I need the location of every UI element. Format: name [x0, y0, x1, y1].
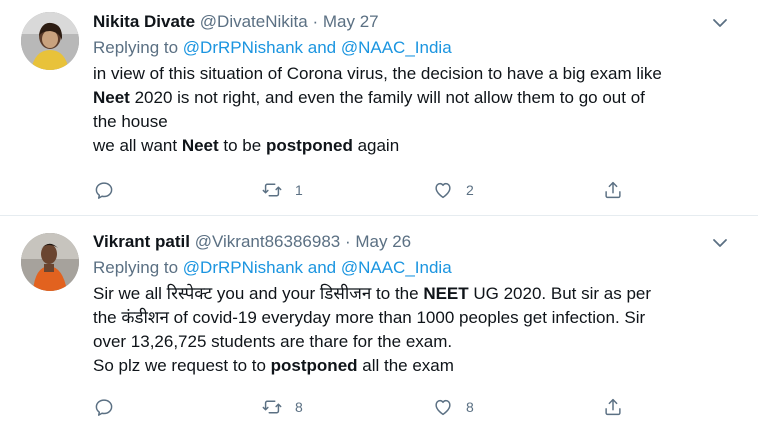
- tweet-header: Nikita Divate @DivateNikita · May 27: [93, 10, 738, 34]
- chevron-down-icon[interactable]: [711, 14, 729, 32]
- reply-icon: [95, 399, 113, 416]
- tweet-date[interactable]: May 26: [355, 232, 411, 251]
- retweet-count: 8: [295, 399, 303, 415]
- author-handle[interactable]: @DivateNikita: [200, 12, 308, 31]
- action-bar: 1 2: [0, 178, 758, 202]
- text-span: 2020 is not right, and even the family w…: [129, 88, 645, 107]
- text-line: we all want Neet to be postponed again: [93, 134, 738, 158]
- author-name[interactable]: Vikrant patil: [93, 232, 190, 251]
- tweet-text: Sir we all रिस्पेक्ट you and your डिसीजन…: [93, 282, 738, 378]
- text-span: we all want: [93, 136, 182, 155]
- text-line: So plz we request to to postponed all th…: [93, 354, 738, 378]
- like-count: 8: [466, 399, 474, 415]
- like-button[interactable]: 2: [432, 178, 474, 202]
- share-button[interactable]: [602, 395, 624, 419]
- separator: ·: [312, 12, 319, 31]
- text-span: again: [352, 136, 400, 155]
- bold-text: postponed: [265, 136, 353, 155]
- text-span: to be: [218, 136, 266, 155]
- author-handle[interactable]: @Vikrant86386983: [195, 232, 341, 251]
- like-count: 2: [466, 182, 474, 198]
- bold-text: NEET: [423, 284, 469, 303]
- share-button[interactable]: [602, 178, 624, 202]
- text-line: over 13,26,725 students are thare for th…: [93, 332, 453, 351]
- reply-button[interactable]: [93, 178, 127, 202]
- like-icon: [435, 399, 451, 416]
- avatar[interactable]: [21, 12, 79, 70]
- action-bar: 8 8: [0, 395, 758, 419]
- text-line: the कंडीशन of covid-19 everyday more tha…: [93, 308, 646, 327]
- text-span: So plz we request to to: [93, 356, 271, 375]
- replying-to-link[interactable]: @DrRPNishank and @NAAC_India: [183, 38, 452, 57]
- text-span: UG 2020. But sir as per: [468, 284, 652, 303]
- retweet-count: 1: [295, 182, 303, 198]
- retweet-icon: [262, 400, 282, 414]
- author-name[interactable]: Nikita Divate: [93, 12, 195, 31]
- reply-icon: [95, 182, 113, 199]
- bold-text: Neet: [93, 88, 130, 107]
- replying-prefix: Replying to: [93, 38, 179, 57]
- replying-prefix: Replying to: [93, 258, 179, 277]
- retweet-button[interactable]: 1: [261, 178, 303, 202]
- bold-text: postponed: [270, 356, 358, 375]
- share-icon: [605, 181, 621, 199]
- text-line: in view of this situation of Corona viru…: [93, 64, 662, 83]
- replying-to: Replying to @DrRPNishank and @NAAC_India: [93, 256, 738, 280]
- text-span: all the exam: [357, 356, 454, 375]
- text-line: Neet 2020 is not right, and even the fam…: [93, 86, 738, 110]
- like-icon: [435, 182, 451, 199]
- retweet-icon: [262, 183, 282, 197]
- tweet-date[interactable]: May 27: [323, 12, 379, 31]
- reply-button[interactable]: [93, 395, 127, 419]
- replying-to-link[interactable]: @DrRPNishank and @NAAC_India: [183, 258, 452, 277]
- retweet-button[interactable]: 8: [261, 395, 303, 419]
- share-icon: [605, 398, 621, 416]
- replying-to: Replying to @DrRPNishank and @NAAC_India: [93, 36, 738, 60]
- text-line: the house: [93, 112, 168, 131]
- avatar[interactable]: [21, 233, 79, 291]
- tweet[interactable]: Vikrant patil @Vikrant86386983 · May 26 …: [0, 216, 758, 432]
- text-line: Sir we all रिस्पेक्ट you and your डिसीजन…: [93, 282, 738, 306]
- like-button[interactable]: 8: [432, 395, 474, 419]
- bold-text: Neet: [181, 136, 219, 155]
- chevron-down-icon[interactable]: [711, 234, 729, 252]
- tweet-header: Vikrant patil @Vikrant86386983 · May 26: [93, 230, 738, 254]
- text-span: Sir we all रिस्पेक्ट you and your डिसीजन…: [93, 284, 424, 303]
- tweet-text: in view of this situation of Corona viru…: [93, 62, 738, 158]
- separator: ·: [344, 232, 351, 251]
- tweet[interactable]: Nikita Divate @DivateNikita · May 27 Rep…: [0, 0, 758, 216]
